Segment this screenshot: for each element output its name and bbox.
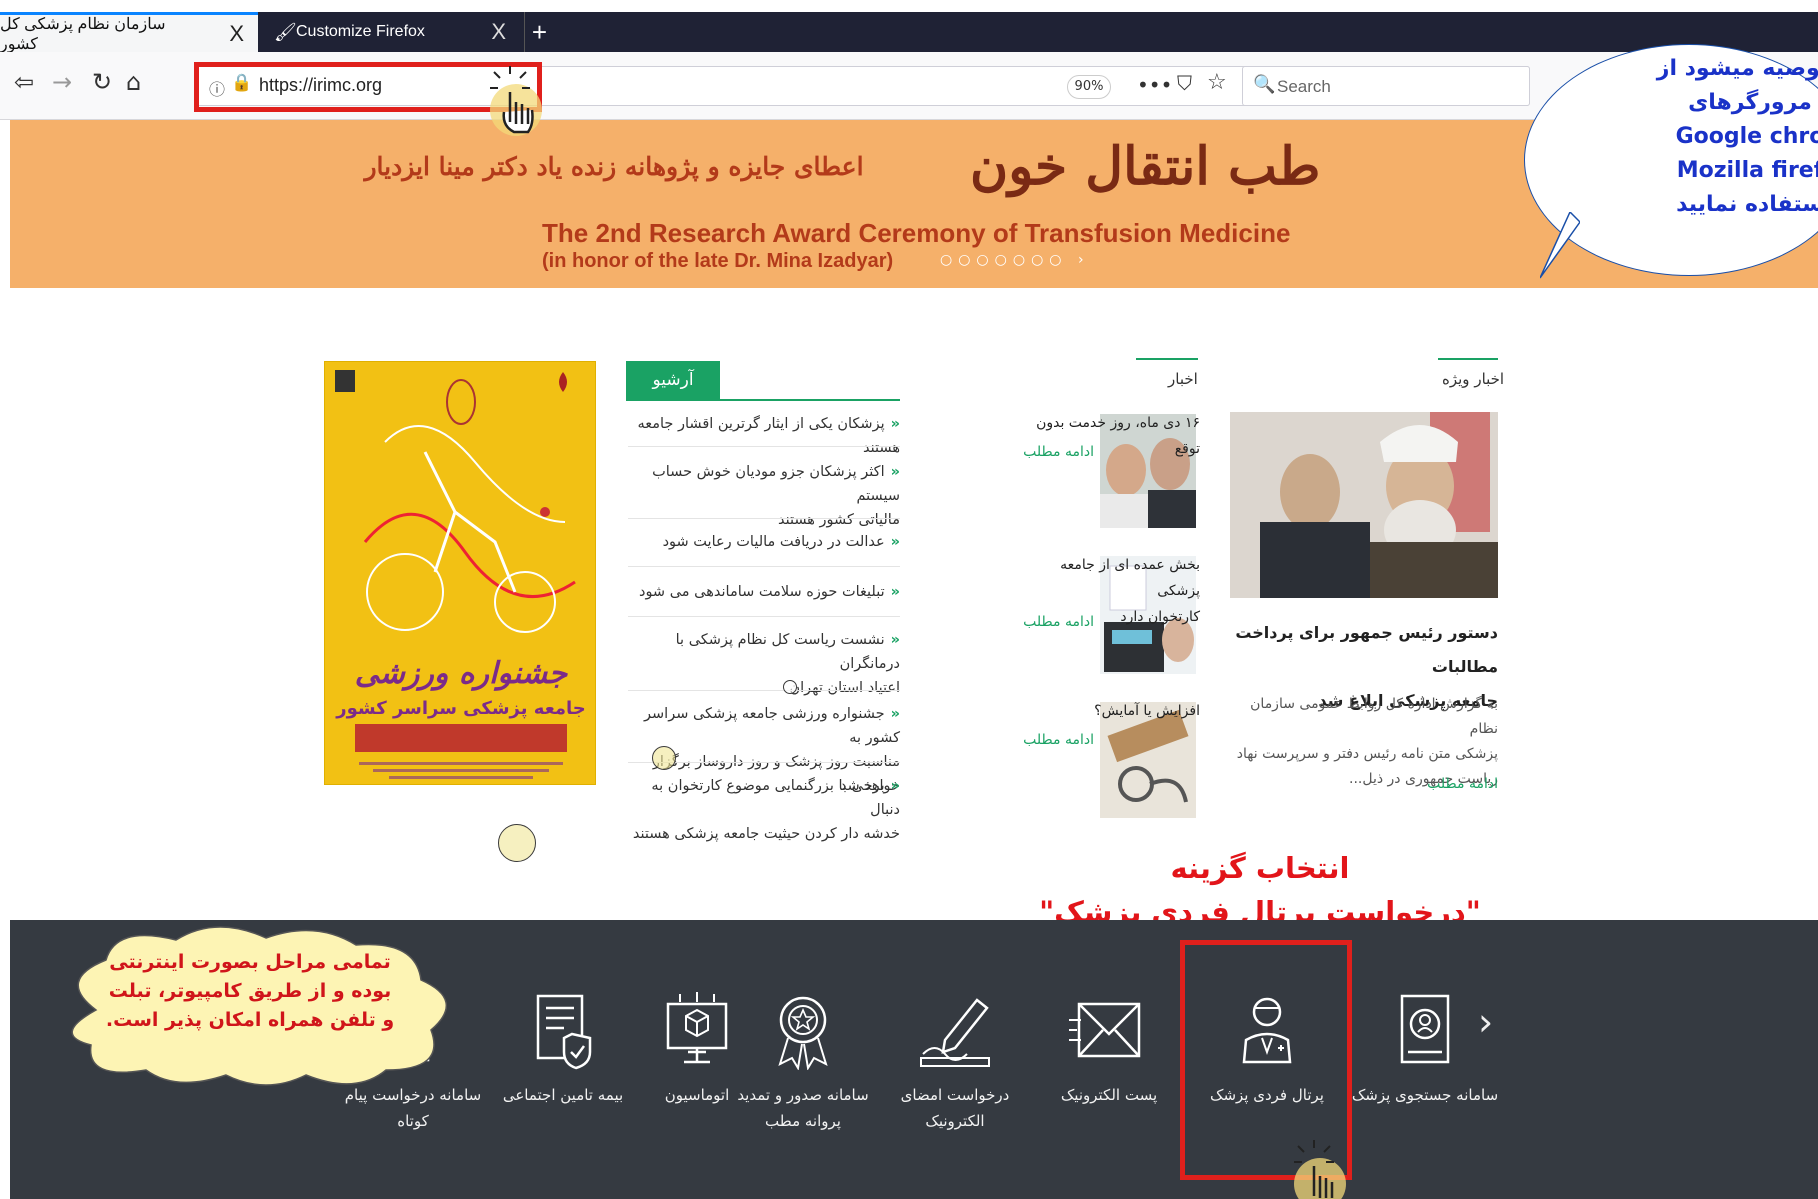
poster-artwork: [335, 370, 576, 633]
news-underline: [1136, 358, 1198, 360]
news-read-more-3[interactable]: ادامه مطلب: [1023, 732, 1094, 748]
automation-icon: [666, 992, 728, 1064]
featured-underline: [1438, 358, 1498, 360]
tab-irimc[interactable]: سازمان نظام پزشکی کل کشور X: [0, 12, 258, 53]
archive-item-1[interactable]: «پزشکان یکی از ایثار گرترین اقشار جامعه …: [632, 412, 900, 460]
tab-close-icon[interactable]: X: [229, 21, 244, 47]
forward-icon[interactable]: →: [52, 68, 72, 96]
back-icon[interactable]: ⇦: [14, 68, 34, 96]
cursor-trail-mark: [498, 824, 536, 862]
archive-item-2[interactable]: «اکثر پزشکان جزو مودیان خوش حساب سیستم ما…: [632, 460, 900, 532]
news-title-3[interactable]: افزایش یا آمایش؟: [1020, 698, 1200, 724]
poster-red-band: [355, 724, 567, 752]
brush-icon: 🖌: [274, 21, 297, 42]
tab-bar: سازمان نظام پزشکی کل کشور X 🖌 Customize …: [0, 12, 1818, 53]
featured-news-heading: اخبار ویژه: [1442, 370, 1505, 388]
new-tab-button[interactable]: +: [524, 12, 554, 52]
bookmark-star-icon[interactable]: ☆: [1207, 70, 1227, 95]
tab-title: سازمان نظام پزشکی کل کشور: [0, 15, 166, 53]
archive-tab[interactable]: آرشیو: [626, 361, 720, 399]
service-automation[interactable]: اتوماسیون: [622, 990, 772, 1108]
tab-title: Customize Firefox: [296, 23, 425, 40]
license-badge-icon: [778, 996, 828, 1070]
poster-fine-print: [359, 762, 563, 779]
search-bar[interactable]: 🔍 Search: [1242, 66, 1530, 106]
slider-dots[interactable]: ○○○○○○○ ›: [940, 252, 1090, 268]
hand-pointer-icon: [490, 66, 542, 136]
poster-title: جشنواره ورزشی: [354, 656, 568, 691]
search-icon: 🔍: [1253, 74, 1276, 95]
sports-festival-poster[interactable]: جشنواره ورزشی جامعه پزشکی سراسر کشور: [324, 361, 596, 785]
poster-subtitle: جامعه پزشکی سراسر کشور: [336, 698, 586, 719]
news-heading: اخبار: [1168, 370, 1198, 388]
bubble-tail: [1540, 212, 1580, 279]
cursor-trail-mark: [783, 680, 797, 694]
email-icon: [1069, 1002, 1141, 1058]
tab-customize-firefox[interactable]: 🖌 Customize Firefox X: [260, 12, 520, 52]
service-social-insurance[interactable]: بیمه تامین اجتماعی: [488, 990, 638, 1108]
archive-item-3[interactable]: «عدالت در دریافت مالیات رعایت شود: [632, 530, 900, 554]
hand-pointer-icon: [1294, 1140, 1346, 1199]
zoom-badge[interactable]: 90%: [1067, 75, 1111, 99]
news-read-more-1[interactable]: ادامه مطلب: [1023, 444, 1094, 460]
window-top-strip: [0, 0, 1818, 12]
archive-underline: [626, 399, 900, 401]
news-read-more-2[interactable]: ادامه مطلب: [1023, 614, 1094, 630]
archive-divider: [628, 518, 900, 519]
home-icon[interactable]: ⌂: [126, 68, 141, 96]
cursor-trail-mark: [652, 746, 676, 770]
banner-english-line2: (in honor of the late Dr. Mina Izadyar): [542, 250, 894, 272]
browser-tip-text: ا توصیه میشود از مرورگرهای Google chro M…: [1656, 56, 1818, 217]
banner-english-line1: The 2nd Research Award Ceremony of Trans…: [542, 218, 1291, 248]
archive-divider: [628, 690, 900, 691]
archive-divider: [628, 566, 900, 567]
pocket-icon[interactable]: ⛉: [1177, 71, 1192, 95]
tab-close-icon[interactable]: X: [491, 19, 506, 45]
banner-persian-sub: اعطای جایزه و پژوهانه زنده یاد دکتر مینا…: [364, 152, 864, 181]
page-actions-icon[interactable]: •••: [1137, 73, 1172, 97]
archive-item-7[interactable]: «برخی با بزرگنمایی موضوع کارتخوان به دنب…: [632, 774, 900, 846]
insurance-shield-icon: [536, 994, 592, 1070]
service-e-signature[interactable]: درخواست امضای الکترونیک: [880, 990, 1030, 1134]
archive-item-4[interactable]: «تبلیغات حوزه سلامت ساماندهی می شود: [632, 580, 900, 604]
search-placeholder: Search: [1277, 77, 1331, 96]
service-doctor-search[interactable]: سامانه جستجوی پزشک: [1350, 990, 1500, 1108]
service-email[interactable]: پست الکترونیک: [1034, 990, 1184, 1108]
featured-read-more[interactable]: ادامه مطلب: [1427, 776, 1498, 792]
doctor-search-icon: [1400, 994, 1450, 1064]
cloud-callout-text: تمامی مراحل بصورت اینترنتی بوده و از طری…: [105, 951, 395, 1031]
archive-divider: [628, 446, 900, 447]
reload-icon[interactable]: ↻: [92, 68, 112, 96]
archive-divider: [628, 616, 900, 617]
featured-news-image[interactable]: [1230, 412, 1498, 598]
e-signature-icon: [920, 998, 990, 1067]
